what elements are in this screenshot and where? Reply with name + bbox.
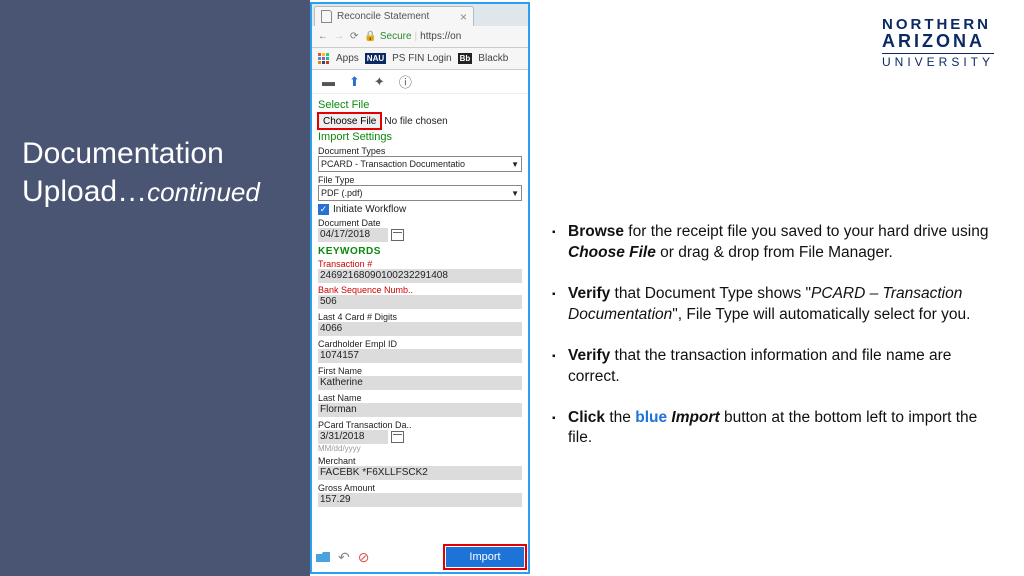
upload-icon[interactable]: ⬆ (349, 74, 360, 90)
bottom-toolbar: ↶ ⊘ Import (312, 544, 528, 570)
calendar-icon[interactable] (391, 431, 404, 443)
keyword-label: Cardholder Empl ID (318, 339, 522, 349)
nau-icon: NAU (365, 53, 386, 64)
initiate-label: Initiate Workflow (333, 204, 406, 215)
slide-sidebar: Documentation Upload…continued (0, 0, 310, 576)
keyword-field[interactable]: 4066 (318, 322, 522, 336)
bookmark-bb[interactable]: Blackb (478, 53, 508, 64)
close-icon[interactable]: × (460, 10, 467, 24)
chevron-down-icon: ▼ (511, 160, 519, 169)
title-line1: Documentation (22, 137, 224, 170)
keyword-field[interactable]: Florman (318, 403, 522, 417)
bookmarks-bar: Apps NAU PS FIN Login Bb Blackb (312, 48, 528, 70)
keyword-label: Bank Sequence Numb.. (318, 285, 522, 295)
reload-icon[interactable]: ⟳ (350, 31, 358, 42)
select-file-header: Select File (318, 99, 522, 111)
keyword-label: Merchant (318, 456, 522, 466)
info-icon[interactable]: ⓘ (399, 72, 412, 91)
address-bar: ← → ⟳ 🔒 Secure | https://on (312, 26, 528, 48)
doc-date-field[interactable]: 04/17/2018 (318, 228, 388, 242)
checkmark-icon: ✓ (318, 204, 329, 215)
app-toolbar: ▬ ⬆ ✦ ⓘ (312, 70, 528, 94)
chevron-down-icon: ▼ (511, 189, 519, 198)
calendar-icon[interactable] (391, 229, 404, 241)
file-type-select[interactable]: PDF (.pdf) ▼ (318, 185, 522, 201)
keyword-label: Gross Amount (318, 483, 522, 493)
keywords-header: KEYWORDS (318, 246, 522, 257)
title-continued: continued (147, 177, 260, 207)
keyword-label: Last Name (318, 393, 522, 403)
browser-window: Reconcile Statement × ← → ⟳ 🔒 Secure | h… (310, 2, 530, 574)
keyword-field[interactable]: 1074157 (318, 349, 522, 363)
instructions: Browse for the receipt file you saved to… (552, 222, 1002, 469)
tab-title: Reconcile Statement (337, 11, 429, 22)
keyword-label: First Name (318, 366, 522, 376)
url-field[interactable]: 🔒 Secure | https://on (364, 31, 461, 42)
keyword-field[interactable]: Katherine (318, 376, 522, 390)
doc-types-label: Document Types (318, 146, 522, 156)
url-text: https://on (420, 31, 461, 42)
browser-tab[interactable]: Reconcile Statement × (314, 6, 474, 26)
nau-logo: NORTHERN ARIZONA UNIVERSITY (882, 16, 994, 69)
page-icon (321, 10, 332, 23)
doc-types-value: PCARD - Transaction Documentatio (321, 159, 465, 169)
keyword-label: Last 4 Card # Digits (318, 312, 522, 322)
instruction-browse: Browse for the receipt file you saved to… (552, 222, 1002, 264)
slide-title: Documentation Upload…continued (22, 135, 260, 210)
initiate-workflow-checkbox[interactable]: ✓ Initiate Workflow (318, 204, 522, 215)
no-file-label: No file chosen (384, 116, 447, 127)
back-icon[interactable]: ← (318, 31, 328, 42)
tab-strip: Reconcile Statement × (312, 4, 528, 26)
choose-file-button[interactable]: Choose File (318, 113, 381, 129)
apps-icon[interactable] (318, 53, 330, 65)
secure-label: Secure (380, 31, 412, 42)
bookmark-apps[interactable]: Apps (336, 53, 359, 64)
folder-icon[interactable]: ▬ (322, 74, 335, 89)
puzzle-icon[interactable]: ✦ (374, 74, 385, 90)
discard-icon[interactable]: ⊘ (358, 549, 370, 566)
bb-icon: Bb (458, 53, 473, 64)
keyword-field[interactable]: 24692168090100232291408 (318, 269, 522, 283)
keyword-label: Transaction # (318, 259, 522, 269)
forward-icon[interactable]: → (334, 31, 344, 42)
bookmark-ps[interactable]: PS FIN Login (392, 53, 451, 64)
file-type-label: File Type (318, 175, 522, 185)
doc-types-select[interactable]: PCARD - Transaction Documentatio ▼ (318, 156, 522, 172)
keyword-label: PCard Transaction Da.. (318, 420, 522, 430)
import-settings-header: Import Settings (318, 131, 522, 143)
upload-panel: Select File Choose File No file chosen I… (312, 94, 528, 510)
lock-icon: 🔒 (364, 31, 376, 42)
undo-icon[interactable]: ↶ (338, 549, 350, 566)
logo-line2: ARIZONA (882, 31, 994, 52)
title-line2: Upload… (22, 175, 147, 208)
date-hint: MM/dd/yyyy (318, 444, 522, 453)
instruction-verify-doctype: Verify that Document Type shows "PCARD –… (552, 284, 1002, 326)
keyword-field[interactable]: FACEBK *F6XLLFSCK2 (318, 466, 522, 480)
folder-open-icon[interactable] (316, 552, 330, 562)
instruction-verify-info: Verify that the transaction information … (552, 346, 1002, 388)
file-type-value: PDF (.pdf) (321, 188, 363, 198)
logo-line3: UNIVERSITY (882, 53, 994, 69)
import-button[interactable]: Import (446, 547, 524, 567)
keyword-date-field[interactable]: 3/31/2018 (318, 430, 388, 444)
doc-date-label: Document Date (318, 218, 522, 228)
keyword-field[interactable]: 506 (318, 295, 522, 309)
keyword-field[interactable]: 157.29 (318, 493, 522, 507)
instruction-click-import: Click the blue Import button at the bott… (552, 408, 1002, 450)
